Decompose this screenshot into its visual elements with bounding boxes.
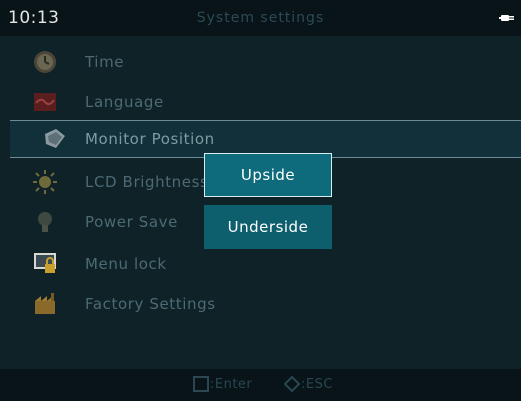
menu-item-time[interactable]: Time: [10, 44, 518, 80]
menu-item-label: Power Save: [85, 213, 178, 231]
clock-icon: [34, 51, 56, 73]
lightbulb-icon: [38, 212, 52, 232]
plug-icon: [499, 15, 514, 21]
footer-hint-bar: :Enter :ESC: [0, 369, 521, 401]
enter-key-icon: [193, 376, 209, 392]
menu-item-factory-settings[interactable]: Factory Settings: [10, 286, 518, 322]
enter-hint: :Enter: [210, 377, 253, 392]
esc-hint: :ESC: [301, 377, 333, 392]
factory-icon: [35, 293, 55, 314]
menu-item-label: LCD Brightness: [85, 173, 209, 191]
status-bar: 10:13 System settings: [0, 0, 521, 36]
menu-item-label: Menu lock: [85, 255, 167, 273]
option-upside-button[interactable]: Upside: [204, 153, 332, 197]
sun-icon: [33, 170, 57, 194]
lock-icon: [34, 253, 56, 273]
menu-item-label: Factory Settings: [85, 295, 216, 313]
menu-item-label: Time: [85, 53, 125, 71]
menu-item-label: Language: [85, 93, 164, 111]
menu-item-label: Monitor Position: [85, 130, 215, 148]
menu-item-menu-lock[interactable]: Menu lock: [10, 246, 518, 282]
monitor-icon: [45, 129, 65, 148]
option-underside-button[interactable]: Underside: [204, 205, 332, 249]
page-title: System settings: [196, 10, 325, 26]
dpad-icon: [284, 376, 300, 392]
menu-item-language[interactable]: Language: [10, 84, 518, 120]
language-flag-icon: [34, 93, 56, 111]
